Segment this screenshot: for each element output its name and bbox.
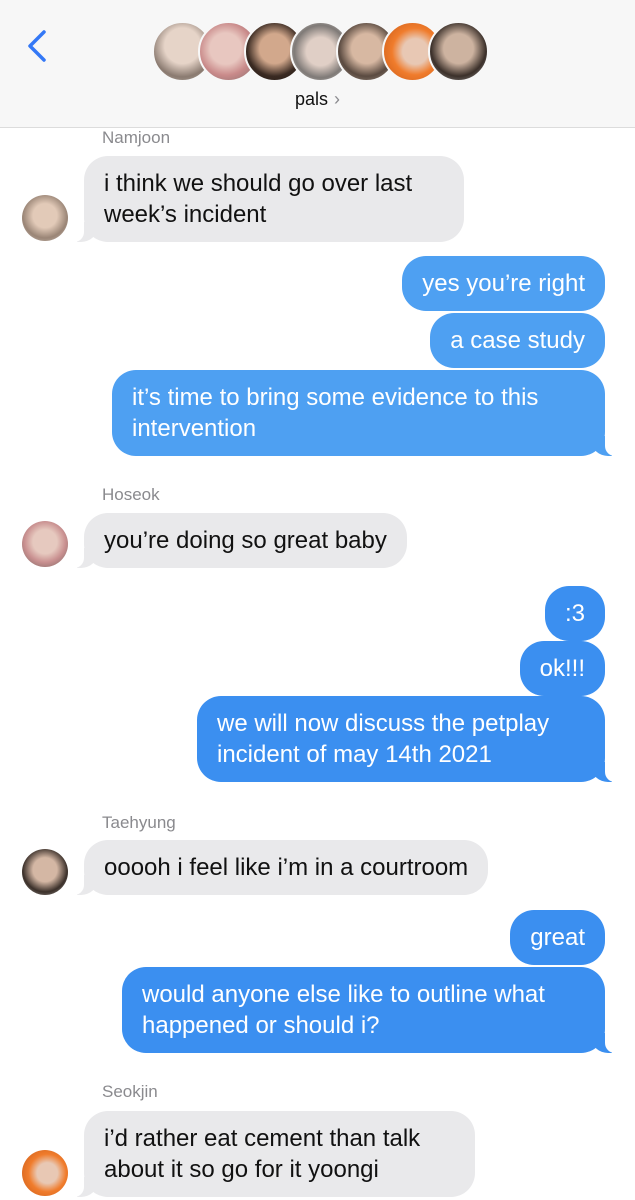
message-bubble-outgoing[interactable]: would anyone else like to outline what h… <box>122 967 615 1053</box>
chevron-right-icon: › <box>334 89 341 109</box>
message-bubble-outgoing[interactable]: yes you’re right <box>402 256 605 311</box>
message-bubble-outgoing[interactable]: a case study <box>430 313 605 368</box>
chevron-left-icon <box>28 30 46 62</box>
sender-name: Taehyung <box>102 813 176 832</box>
message-bubble-incoming[interactable]: you’re doing so great baby <box>74 513 407 568</box>
group-name: pals <box>294 89 329 109</box>
message-bubble-outgoing[interactable]: :3 <box>544 586 605 641</box>
sender-name: Seokjin <box>102 1082 158 1101</box>
avatar <box>22 521 68 567</box>
message-bubble-outgoing[interactable]: great <box>510 910 605 965</box>
message-bubble-incoming[interactable]: i’d rather eat cement than talk about it… <box>74 1111 475 1197</box>
avatar <box>22 195 68 241</box>
avatar <box>428 21 489 82</box>
message-bubble-outgoing[interactable]: ok!!! <box>519 641 605 696</box>
sender-name: Hoseok <box>102 485 160 504</box>
sender-name: Namjoon <box>102 128 171 147</box>
message-bubble-outgoing[interactable]: we will now discuss the petplay incident… <box>197 696 615 782</box>
group-name-button[interactable]: pals › <box>0 89 635 110</box>
avatar <box>22 849 68 895</box>
back-button[interactable] <box>22 26 52 66</box>
message-bubble-incoming[interactable]: ooooh i feel like i’m in a courtroom <box>73 840 489 895</box>
chat-header: pals › <box>0 0 635 128</box>
avatar <box>22 1150 68 1196</box>
message-bubble-incoming[interactable]: i think we should go over last week’s in… <box>74 156 464 242</box>
message-bubble-outgoing[interactable]: it’s time to bring some evidence to this… <box>112 370 615 456</box>
